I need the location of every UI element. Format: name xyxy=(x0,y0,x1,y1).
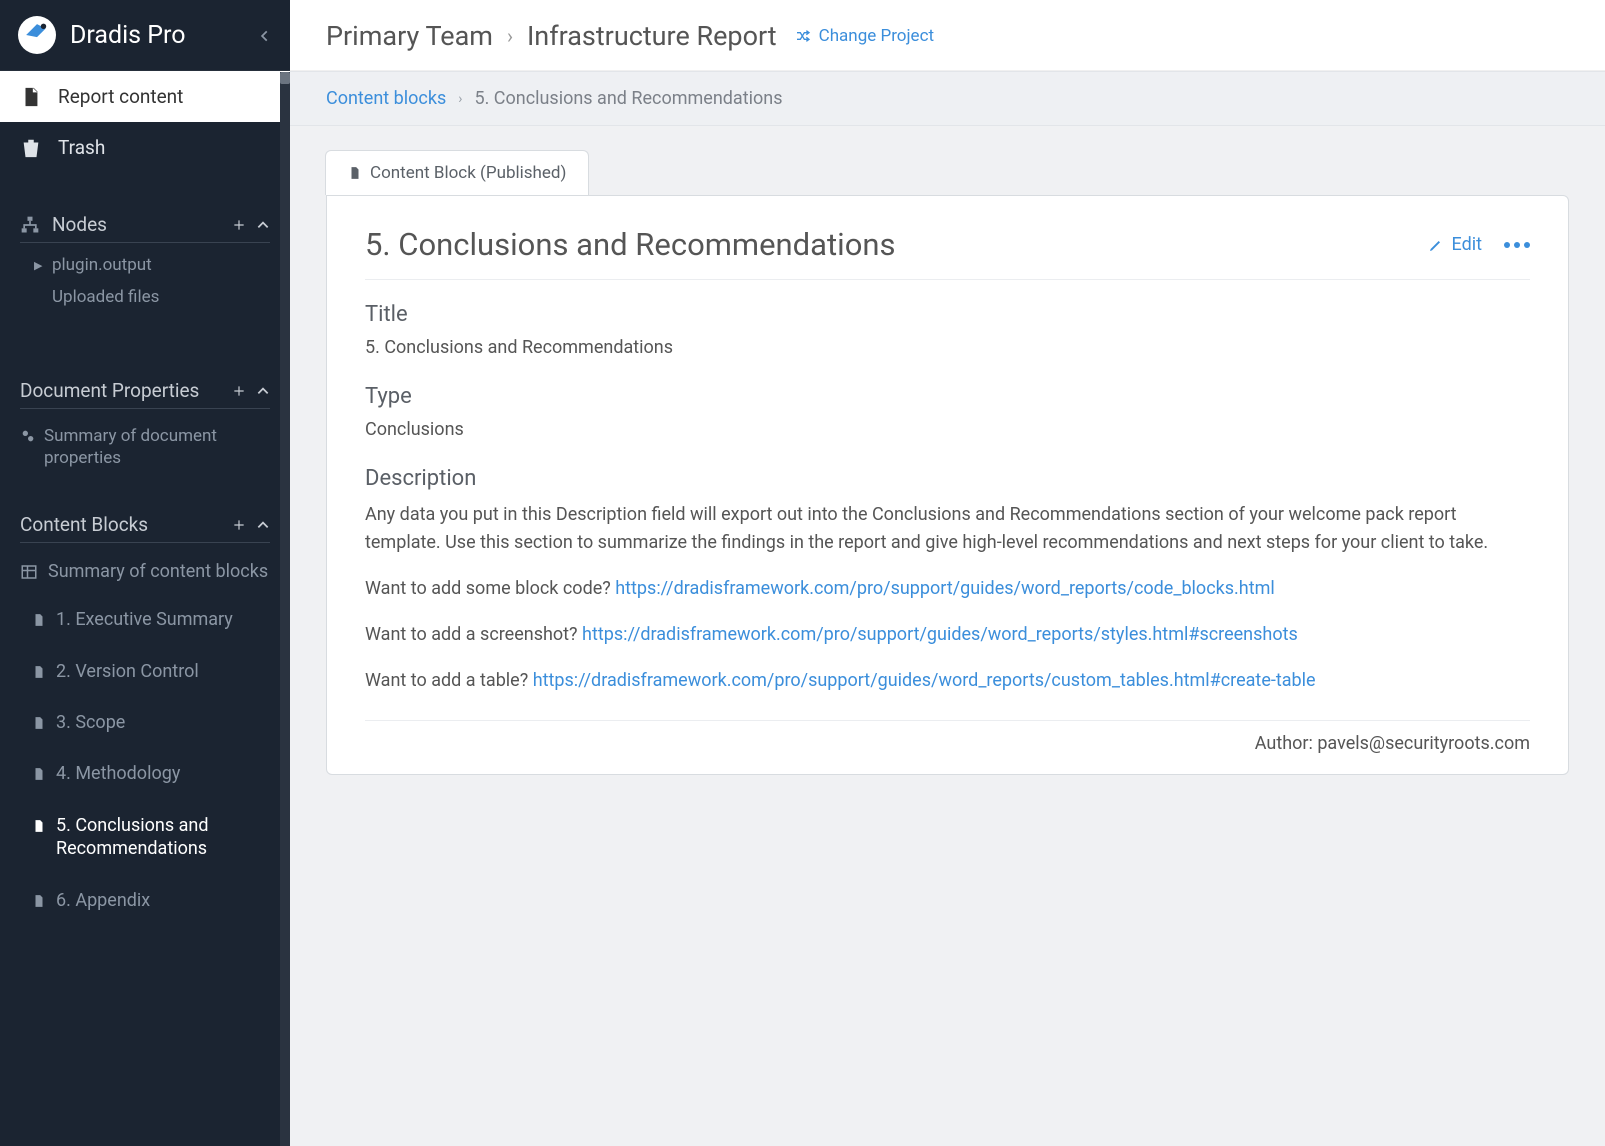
sidebar-collapse-button[interactable] xyxy=(258,21,272,50)
team-name: Primary Team xyxy=(326,20,493,52)
author-line: Author: pavels@securityroots.com xyxy=(365,720,1530,754)
file-icon xyxy=(32,715,46,731)
docprops-summary-link[interactable]: Summary of document properties xyxy=(0,415,290,479)
change-project-label: Change Project xyxy=(819,26,934,46)
sidebar-item-trash[interactable]: Trash xyxy=(0,122,290,173)
cb-item-label: 5. Conclusions and Recommendations xyxy=(56,814,270,861)
page-title: 5. Conclusions and Recommendations xyxy=(365,226,896,263)
node-item-uploaded-files[interactable]: Uploaded files xyxy=(0,281,290,313)
app-header: Dradis Pro xyxy=(0,0,290,70)
cb-summary-link[interactable]: Summary of content blocks xyxy=(0,549,290,594)
file-icon xyxy=(32,664,46,680)
type-label: Type xyxy=(365,384,1530,409)
link-tables[interactable]: https://dradisframework.com/pro/support/… xyxy=(533,670,1316,691)
help-line-code-blocks: Want to add some block code? https://dra… xyxy=(365,575,1530,603)
cb-summary-label: Summary of content blocks xyxy=(48,561,268,582)
chevron-up-icon[interactable] xyxy=(256,518,270,532)
cb-item-label: 6. Appendix xyxy=(56,889,150,912)
docprops-summary-label: Summary of document properties xyxy=(44,425,270,469)
content-wrap: Content Block (Published) 5. Conclusions… xyxy=(290,126,1605,1146)
main-area: Primary Team › Infrastructure Report Cha… xyxy=(290,0,1605,1146)
change-project-button[interactable]: Change Project xyxy=(795,26,934,46)
plus-icon[interactable] xyxy=(232,384,246,398)
sitemap-icon xyxy=(20,215,40,235)
sidebar-item-label: Trash xyxy=(58,136,105,159)
caret-right-icon: ▶ xyxy=(34,259,44,272)
pencil-icon xyxy=(1428,237,1444,253)
cb-item-label: 3. Scope xyxy=(56,711,125,734)
plus-icon[interactable] xyxy=(232,518,246,532)
trash-icon xyxy=(20,137,42,159)
sidebar-section-nodes: Nodes xyxy=(0,197,290,249)
sidebar-section-docprops: Document Properties xyxy=(0,363,290,415)
app-name: Dradis Pro xyxy=(70,21,186,50)
sidebar: Dradis Pro Report content Trash Nodes ▶ … xyxy=(0,0,290,1146)
tab-label: Content Block (Published) xyxy=(370,163,566,183)
edit-button[interactable]: Edit xyxy=(1428,234,1482,255)
help-line-screenshot: Want to add a screenshot? https://dradis… xyxy=(365,621,1530,649)
tab-content-block[interactable]: Content Block (Published) xyxy=(325,150,589,195)
cb-item-conclusions[interactable]: 5. Conclusions and Recommendations xyxy=(0,800,290,875)
cb-item-label: 1. Executive Summary xyxy=(56,608,233,631)
sidebar-scrollbar[interactable] xyxy=(280,72,290,1146)
file-icon xyxy=(32,612,46,628)
plus-icon[interactable] xyxy=(232,218,246,232)
cb-item-label: 2. Version Control xyxy=(56,660,199,683)
node-item-label: Uploaded files xyxy=(52,287,159,307)
link-screenshots[interactable]: https://dradisframework.com/pro/support/… xyxy=(582,624,1298,645)
app-logo-icon xyxy=(18,16,56,54)
title-value: 5. Conclusions and Recommendations xyxy=(365,337,1530,358)
table-icon xyxy=(20,563,38,581)
chevron-right-icon: › xyxy=(458,91,462,107)
scrollbar-thumb[interactable] xyxy=(280,72,290,84)
title-label: Title xyxy=(365,302,1530,327)
author-value: pavels@securityroots.com xyxy=(1317,733,1530,754)
project-name: Infrastructure Report xyxy=(527,20,777,52)
cb-item-methodology[interactable]: 4. Methodology xyxy=(0,748,290,799)
description-label: Description xyxy=(365,466,1530,491)
link-code-blocks[interactable]: https://dradisframework.com/pro/support/… xyxy=(615,578,1275,599)
gears-icon xyxy=(20,428,36,444)
breadcrumb-leaf: 5. Conclusions and Recommendations xyxy=(474,88,782,109)
cb-item-version-control[interactable]: 2. Version Control xyxy=(0,646,290,697)
breadcrumb-root[interactable]: Content blocks xyxy=(326,88,446,109)
content-card: 5. Conclusions and Recommendations Edit … xyxy=(326,195,1569,775)
chevron-up-icon[interactable] xyxy=(256,218,270,232)
cb-title: Content Blocks xyxy=(20,513,148,536)
docprops-title: Document Properties xyxy=(20,379,199,402)
help-line-table: Want to add a table? https://dradisframe… xyxy=(365,667,1530,695)
cb-item-executive-summary[interactable]: 1. Executive Summary xyxy=(0,594,290,645)
cb-item-appendix[interactable]: 6. Appendix xyxy=(0,875,290,926)
chevron-right-icon: › xyxy=(507,24,513,48)
breadcrumb: Content blocks › 5. Conclusions and Reco… xyxy=(290,71,1605,126)
shuffle-icon xyxy=(795,28,811,44)
file-icon xyxy=(32,818,46,834)
nodes-title: Nodes xyxy=(52,213,107,236)
file-icon xyxy=(348,165,362,181)
node-item-label: plugin.output xyxy=(52,255,152,275)
sidebar-item-label: Report content xyxy=(58,85,183,108)
more-actions-button[interactable] xyxy=(1504,242,1530,248)
node-item-plugin-output[interactable]: ▶ plugin.output xyxy=(0,249,290,281)
chevron-up-icon[interactable] xyxy=(256,384,270,398)
sidebar-section-content-blocks: Content Blocks xyxy=(0,497,290,549)
type-value: Conclusions xyxy=(365,419,1530,440)
project-header: Primary Team › Infrastructure Report Cha… xyxy=(290,0,1605,71)
edit-label: Edit xyxy=(1452,234,1482,255)
file-icon xyxy=(32,766,46,782)
cb-item-scope[interactable]: 3. Scope xyxy=(0,697,290,748)
file-icon xyxy=(20,86,42,108)
sidebar-item-report-content[interactable]: Report content xyxy=(0,71,290,122)
cb-item-label: 4. Methodology xyxy=(56,762,180,785)
file-icon xyxy=(32,893,46,909)
description-paragraph: Any data you put in this Description fie… xyxy=(365,501,1530,557)
